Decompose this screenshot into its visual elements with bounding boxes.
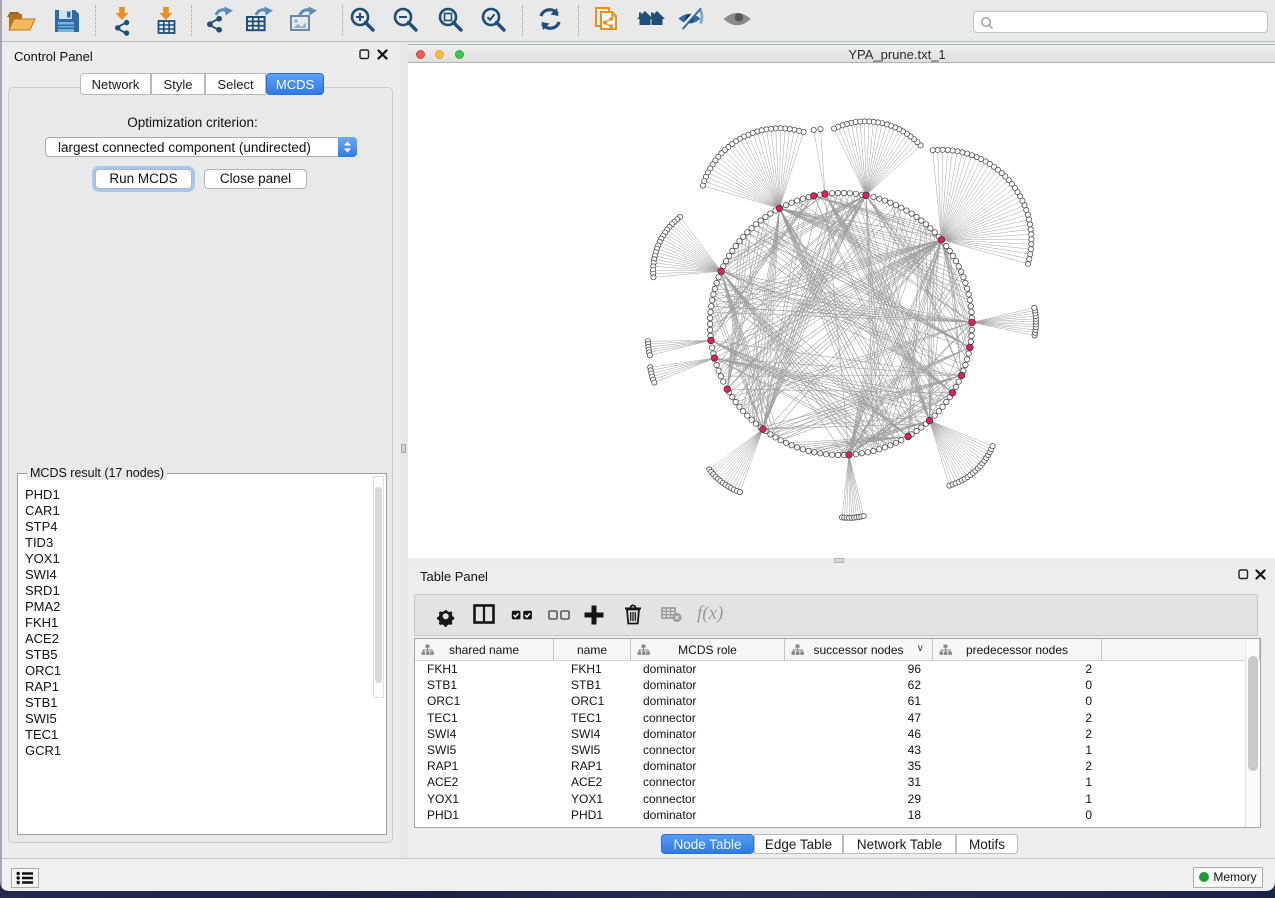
svg-text:f(x): f(x) [697,603,723,624]
